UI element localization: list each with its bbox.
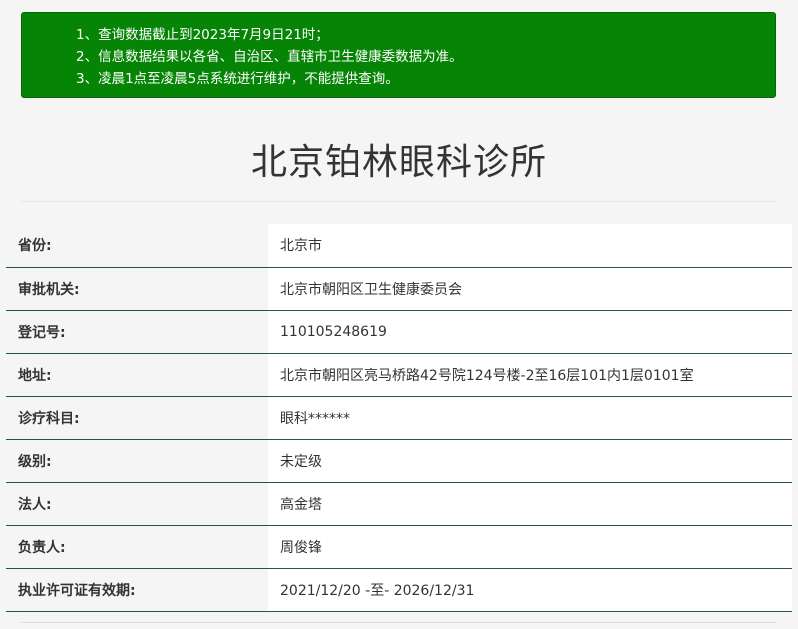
info-value-license-validity: 2021/12/20 -至- 2026/12/31	[268, 568, 792, 612]
info-row-legal-person: 法人: 高金塔	[6, 482, 792, 526]
info-row-approval-authority: 审批机关: 北京市朝阳区卫生健康委员会	[6, 267, 792, 311]
info-value-address: 北京市朝阳区亮马桥路42号院124号楼-2至16层101内1层0101室	[268, 353, 792, 397]
info-row-province: 省份: 北京市	[6, 224, 792, 268]
info-label-level: 级别:	[6, 439, 268, 483]
info-label-approval-authority: 审批机关:	[6, 267, 268, 311]
info-label-legal-person: 法人:	[6, 482, 268, 526]
notice-line-3: 3、凌晨1点至凌晨5点系统进行维护，不能提供查询。	[76, 71, 399, 87]
info-value-person-in-charge: 周俊锋	[268, 525, 792, 569]
info-value-departments: 眼科******	[268, 396, 792, 440]
title-divider	[21, 201, 776, 202]
info-label-license-validity: 执业许可证有效期:	[6, 568, 268, 612]
info-value-approval-authority: 北京市朝阳区卫生健康委员会	[268, 267, 792, 311]
info-value-registration-number: 110105248619	[268, 310, 792, 354]
notice-line-1: 1、查询数据截止到2023年7月9日21时；	[76, 27, 329, 43]
info-value-level: 未定级	[268, 439, 792, 483]
info-row-departments: 诊疗科目: 眼科******	[6, 396, 792, 440]
info-row-person-in-charge: 负责人: 周俊锋	[6, 525, 792, 569]
page-title: 北京铂林眼科诊所	[250, 142, 547, 183]
info-row-address: 地址: 北京市朝阳区亮马桥路42号院124号楼-2至16层101内1层0101室	[6, 353, 792, 397]
info-value-province: 北京市	[268, 224, 792, 268]
info-label-departments: 诊疗科目:	[6, 396, 268, 440]
info-row-registration-number: 登记号: 110105248619	[6, 310, 792, 354]
info-table: 省份: 北京市 审批机关: 北京市朝阳区卫生健康委员会 登记号: 1101052…	[6, 224, 792, 612]
bottom-divider	[21, 622, 776, 623]
info-row-level: 级别: 未定级	[6, 439, 792, 483]
info-label-address: 地址:	[6, 353, 268, 397]
info-label-person-in-charge: 负责人:	[6, 525, 268, 569]
info-row-license-validity: 执业许可证有效期: 2021/12/20 -至- 2026/12/31	[6, 568, 792, 612]
notice-banner: 1、查询数据截止到2023年7月9日21时； 2、信息数据结果以各省、自治区、直…	[21, 12, 776, 98]
info-label-registration-number: 登记号:	[6, 310, 268, 354]
info-label-province: 省份:	[6, 224, 268, 268]
notice-line-2: 2、信息数据结果以各省、自治区、直辖市卫生健康委数据为准。	[76, 49, 463, 65]
info-value-legal-person: 高金塔	[268, 482, 792, 526]
page: 1、查询数据截止到2023年7月9日21时； 2、信息数据结果以各省、自治区、直…	[0, 0, 798, 629]
